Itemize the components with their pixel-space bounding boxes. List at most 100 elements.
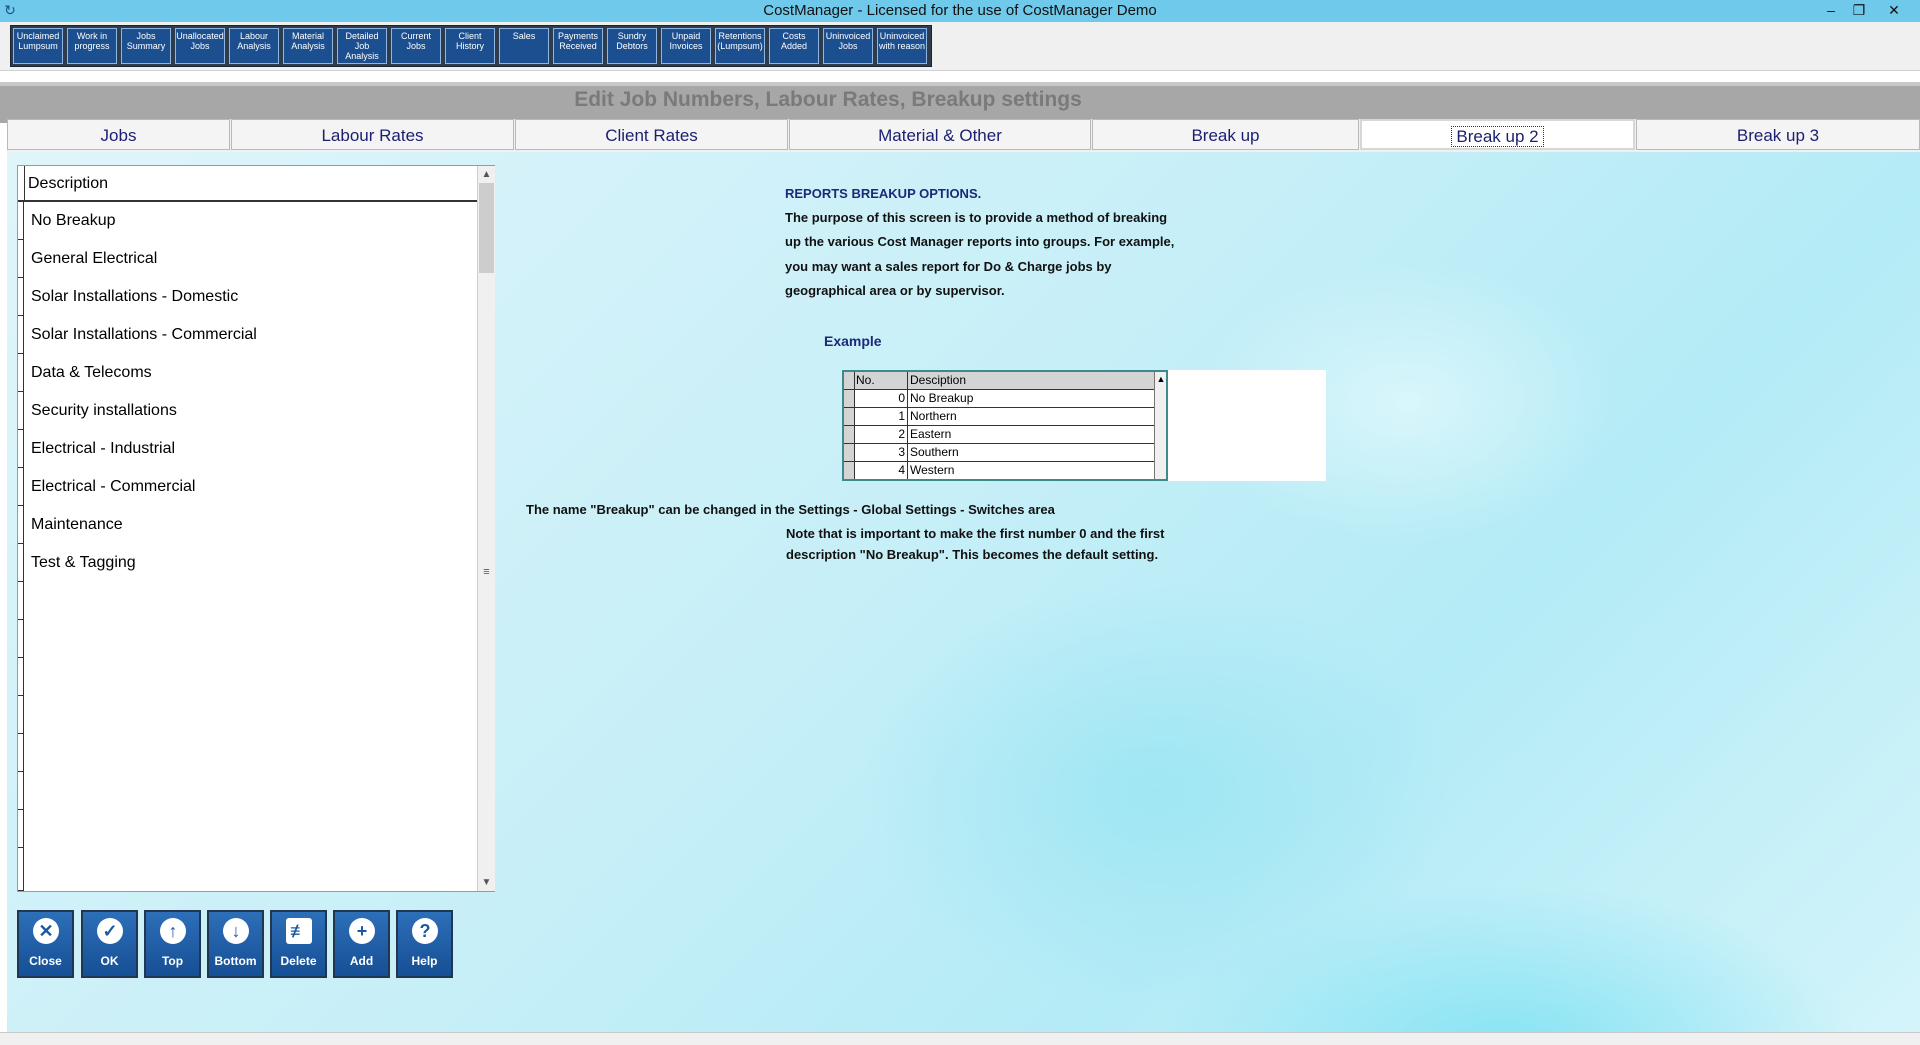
example-row: 4 Western <box>844 462 1154 479</box>
example-header-no: No. <box>854 372 908 389</box>
minimize-icon[interactable]: ‒ <box>1818 1 1844 19</box>
row-indicator <box>18 772 24 810</box>
example-cell-desc: Northern <box>910 409 957 423</box>
tab-break-up-3[interactable]: Break up 3 <box>1636 119 1920 150</box>
close-button[interactable]: ✕ Close <box>17 910 74 978</box>
toolbar-button-jobs-summary[interactable]: Jobs Summary <box>121 28 171 64</box>
button-label: OK <box>100 954 119 968</box>
toolbar-button-uninvoiced-with-reason[interactable]: Uninvoiced with reason <box>877 28 927 64</box>
grid-scrollbar[interactable]: ▲ ≡ ▼ <box>477 166 495 891</box>
toolbar-button-unclaimed-lumpsum[interactable]: Unclaimed Lumpsum <box>13 28 63 64</box>
toolbar-button-uninvoiced-jobs[interactable]: Uninvoiced Jobs <box>823 28 873 64</box>
tab-bar: Jobs Labour Rates Client Rates Material … <box>7 119 1920 152</box>
button-label: Close <box>29 954 62 968</box>
tab-label: Client Rates <box>605 126 698 145</box>
tab-label: Labour Rates <box>321 126 424 145</box>
close-icon: ✕ <box>33 918 59 944</box>
grid-cell: Security installations <box>31 402 177 419</box>
title-bar: ↻ CostManager - Licensed for the use of … <box>0 0 1920 22</box>
info-heading: REPORTS BREAKUP OPTIONS. <box>785 186 982 201</box>
table-row[interactable]: Data & Telecoms <box>18 354 477 392</box>
scroll-grip-icon: ≡ <box>483 566 490 578</box>
empty-row[interactable] <box>18 696 477 734</box>
tab-jobs[interactable]: Jobs <box>7 119 230 150</box>
toolbar-button-client-history[interactable]: Client History <box>445 28 495 64</box>
tab-material-other[interactable]: Material & Other <box>789 119 1091 150</box>
example-label: Example <box>824 333 882 349</box>
toolbar-button-costs-added[interactable]: Costs Added <box>769 28 819 64</box>
note-line: Note that is important to make the first… <box>786 526 1165 541</box>
tab-label: Break up 3 <box>1736 126 1820 145</box>
top-button[interactable]: ↑ Top <box>144 910 201 978</box>
scroll-down-icon[interactable]: ▼ <box>478 874 495 891</box>
window-title: CostManager - Licensed for the use of Co… <box>763 2 1157 19</box>
empty-row[interactable] <box>18 658 477 696</box>
toolbar-button-retentions[interactable]: Retentions (Lumpsum) <box>715 28 765 64</box>
empty-row[interactable] <box>18 620 477 658</box>
row-indicator <box>18 544 24 582</box>
example-row: 2 Eastern <box>844 426 1154 444</box>
row-indicator <box>18 810 24 848</box>
breakup-name-note: The name "Breakup" can be changed in the… <box>526 502 1055 517</box>
grid-cell: Test & Tagging <box>31 554 136 571</box>
table-row[interactable]: No Breakup <box>18 202 477 240</box>
tab-label: Break up <box>1191 126 1260 145</box>
table-row[interactable]: Test & Tagging <box>18 544 477 582</box>
column-header-description: Description <box>28 175 109 192</box>
example-header-row: No. Desciption <box>844 372 1154 390</box>
toolbar-button-unallocated-jobs[interactable]: Unallocated Jobs <box>175 28 225 64</box>
table-row[interactable]: Solar Installations - Domestic <box>18 278 477 316</box>
table-row[interactable]: Electrical - Industrial <box>18 430 477 468</box>
table-row[interactable]: General Electrical <box>18 240 477 278</box>
trash-icon: ≢ <box>286 918 312 944</box>
ok-button[interactable]: ✓ OK <box>81 910 138 978</box>
row-indicator <box>18 430 24 468</box>
toolbar-button-current-jobs[interactable]: Current Jobs <box>391 28 441 64</box>
close-icon[interactable]: ✕ <box>1881 1 1907 19</box>
toolbar-button-material-analysis[interactable]: Material Analysis <box>283 28 333 64</box>
scroll-up-icon[interactable]: ▲ <box>478 166 495 183</box>
empty-row[interactable] <box>18 734 477 772</box>
scroll-up-icon: ▲ <box>1156 374 1166 384</box>
info-line: The purpose of this screen is to provide… <box>785 210 1168 225</box>
example-cell-no: 2 <box>854 426 908 443</box>
scroll-thumb[interactable] <box>479 183 494 273</box>
tab-break-up-2[interactable]: Break up 2 <box>1360 119 1635 150</box>
toolbar-button-payments-received[interactable]: Payments Received <box>553 28 603 64</box>
tab-client-rates[interactable]: Client Rates <box>515 119 788 150</box>
table-row[interactable]: Electrical - Commercial <box>18 468 477 506</box>
row-indicator <box>18 620 24 658</box>
row-indicator <box>18 392 24 430</box>
toolbar-button-sales[interactable]: Sales <box>499 28 549 64</box>
empty-row[interactable] <box>18 772 477 810</box>
restore-icon[interactable]: ❐ <box>1846 1 1872 19</box>
bottom-button[interactable]: ↓ Bottom <box>207 910 264 978</box>
toolbar-button-labour-analysis[interactable]: Labour Analysis <box>229 28 279 64</box>
breakup-grid[interactable]: Description No Breakup General Electrica… <box>17 165 495 892</box>
tab-labour-rates[interactable]: Labour Rates <box>231 119 514 150</box>
app-icon[interactable]: ↻ <box>3 2 17 18</box>
add-button[interactable]: + Add <box>333 910 390 978</box>
grid-column-header[interactable]: Description <box>18 166 477 202</box>
tab-break-up[interactable]: Break up <box>1092 119 1359 150</box>
row-indicator <box>18 166 25 200</box>
grid-cell: General Electrical <box>31 250 158 267</box>
help-button[interactable]: ? Help <box>396 910 453 978</box>
table-row[interactable]: Maintenance <box>18 506 477 544</box>
table-row[interactable]: Security installations <box>18 392 477 430</box>
example-cell-no: 0 <box>854 390 908 407</box>
button-label: Help <box>411 954 438 968</box>
toolbar-button-sundry-debtors[interactable]: Sundry Debtors <box>607 28 657 64</box>
empty-row[interactable] <box>18 848 477 891</box>
example-row: 0 No Breakup <box>844 390 1154 408</box>
toolbar-button-unpaid-invoices[interactable]: Unpaid Invoices <box>661 28 711 64</box>
grid-cell: Maintenance <box>31 516 123 533</box>
toolbar-button-detailed-job-analysis[interactable]: Detailed Job Analysis <box>337 28 387 64</box>
delete-button[interactable]: ≢ Delete <box>270 910 327 978</box>
row-indicator <box>18 240 24 278</box>
table-row[interactable]: Solar Installations - Commercial <box>18 316 477 354</box>
empty-row[interactable] <box>18 810 477 848</box>
empty-row[interactable] <box>18 582 477 620</box>
toolbar-button-work-in-progress[interactable]: Work in progress <box>67 28 117 64</box>
example-row: 1 Northern <box>844 408 1154 426</box>
